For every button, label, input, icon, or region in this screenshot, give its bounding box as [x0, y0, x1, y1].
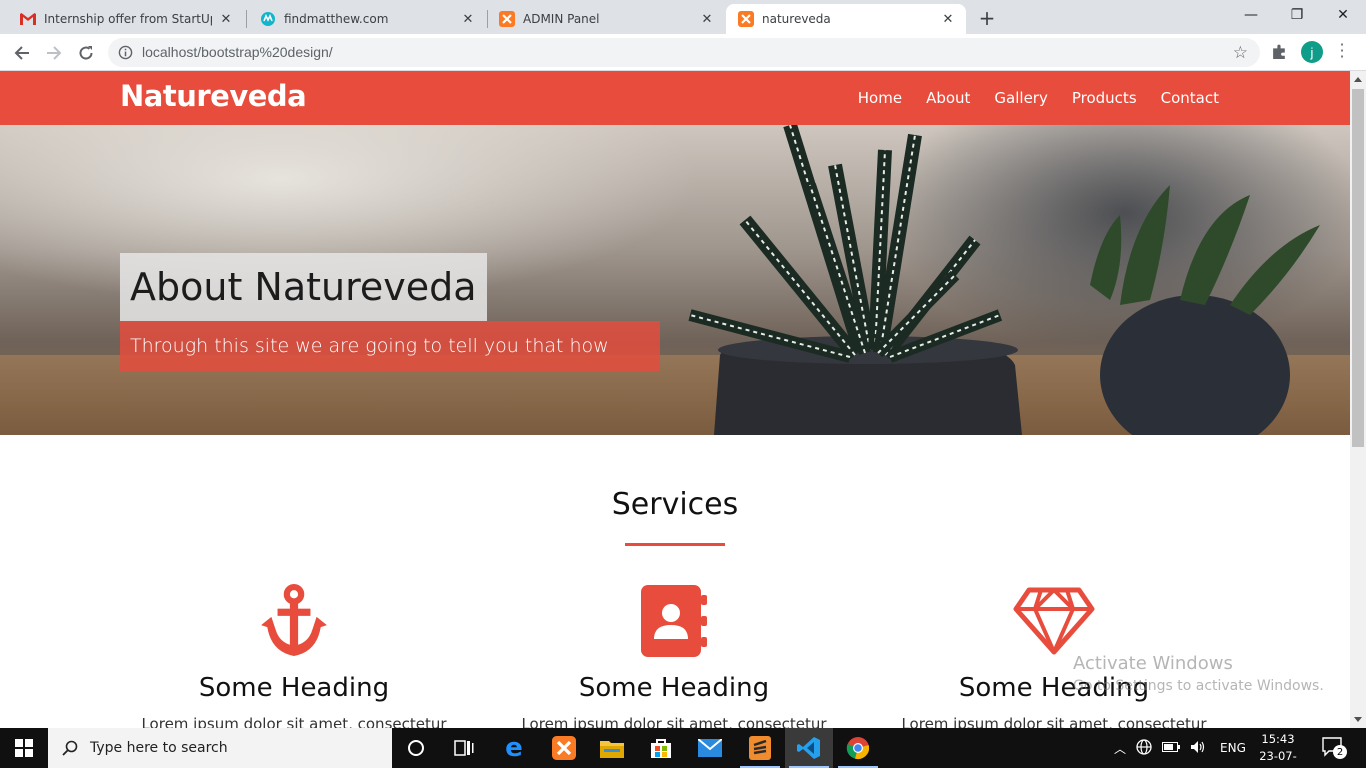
scroll-down-arrow-icon[interactable] [1354, 717, 1362, 722]
scroll-up-arrow-icon[interactable] [1354, 77, 1362, 82]
services-divider [625, 543, 725, 546]
address-bar[interactable]: localhost/bootstrap%20design/ ☆ [108, 38, 1260, 67]
arrow-right-icon [47, 46, 62, 60]
clock-date: 23-07-2020 [1259, 749, 1297, 768]
chevron-up-icon[interactable]: ︿ [1114, 740, 1126, 757]
service-text: Lorem ipsum dolor sit amet, consectetur [141, 715, 447, 728]
site-brand[interactable]: Natureveda [120, 79, 307, 113]
address-book-icon [484, 581, 864, 661]
watermark-line1: Activate Windows [1073, 653, 1233, 674]
notification-badge: 2 [1333, 745, 1347, 759]
close-icon[interactable]: ✕ [699, 11, 715, 27]
tab-natureveda[interactable]: natureveda ✕ [726, 4, 966, 34]
services-title: Services [611, 487, 739, 522]
service-heading: Some Heading [198, 673, 390, 703]
taskbar-search-box[interactable]: Type here to search [48, 728, 392, 768]
tab-title: ADMIN Panel [523, 12, 600, 26]
forward-button[interactable] [40, 39, 68, 67]
close-icon[interactable]: ✕ [940, 11, 956, 27]
windows-logo-icon [15, 739, 33, 757]
service-text: Lorem ipsum dolor sit amet, consectetur [901, 715, 1207, 728]
service-card: Some Heading Lorem ipsum dolor sit amet,… [484, 581, 864, 728]
site-navbar: Natureveda Home About Gallery Products C… [0, 71, 1350, 125]
reload-icon [79, 46, 93, 60]
tab-title: findmatthew.com [284, 12, 389, 26]
cortana-icon[interactable] [392, 728, 440, 768]
service-card: Some Heading Lorem ipsum dolor sit amet,… [104, 581, 484, 728]
nav-contact[interactable]: Contact [1161, 89, 1219, 107]
minimize-button[interactable]: — [1228, 0, 1274, 30]
service-text: Lorem ipsum dolor sit amet, consectetur [521, 715, 827, 728]
hero-banner: About Natureveda Through this site we ar… [0, 125, 1350, 435]
start-button[interactable] [0, 728, 48, 768]
edge-browser-icon[interactable]: e [490, 728, 538, 768]
nav-about[interactable]: About [926, 89, 970, 107]
xampp-icon[interactable] [540, 728, 588, 768]
browser-tab-strip: Internship offer from StartUp Inc ✕ find… [0, 0, 1366, 34]
site-icon [260, 11, 276, 27]
hero-title: About Natureveda [120, 253, 487, 321]
tab-admin-panel[interactable]: ADMIN Panel ✕ [487, 4, 725, 34]
search-icon [62, 740, 78, 756]
nav-products[interactable]: Products [1072, 89, 1137, 107]
service-heading: Some Heading [578, 673, 770, 703]
xampp-icon [738, 11, 754, 27]
sublime-text-icon[interactable] [736, 728, 784, 768]
hero-subtitle: Through this site we are going to tell y… [120, 321, 660, 371]
system-clock[interactable]: 15:43 23-07-2020 [1248, 731, 1308, 768]
gmail-icon [20, 11, 36, 27]
nav-links: Home About Gallery Products Contact [858, 89, 1219, 107]
nav-gallery[interactable]: Gallery [994, 89, 1047, 107]
task-view-icon[interactable] [440, 728, 488, 768]
diamond-icon [864, 581, 1244, 661]
search-placeholder: Type here to search [90, 740, 228, 756]
vscode-icon[interactable] [785, 728, 833, 768]
language-indicator[interactable]: ENG [1220, 741, 1246, 755]
notification-center-icon[interactable]: 2 [1318, 736, 1348, 760]
activate-windows-watermark: Activate Windows Go to Settings to activ… [1073, 653, 1324, 694]
url-text: localhost/bootstrap%20design/ [142, 44, 333, 60]
windows-taskbar: Type here to search e ︿ ENG 15:43 23-07-… [0, 728, 1366, 768]
network-globe-icon[interactable] [1136, 738, 1152, 758]
info-icon[interactable] [118, 45, 133, 64]
arrow-left-icon [14, 46, 29, 60]
reload-button[interactable] [72, 39, 100, 67]
profile-avatar[interactable]: j [1301, 41, 1323, 63]
anchor-icon [104, 581, 484, 661]
scrollbar-thumb[interactable] [1352, 89, 1364, 447]
clock-time: 15:43 [1261, 732, 1295, 746]
system-tray: ︿ ENG [1114, 728, 1246, 768]
tab-separator [246, 10, 247, 28]
volume-icon[interactable] [1190, 740, 1206, 757]
tab-findmatthew[interactable]: findmatthew.com ✕ [248, 4, 486, 34]
watermark-line2: Go to Settings to activate Windows. [1073, 678, 1324, 694]
close-icon[interactable]: ✕ [460, 11, 476, 27]
close-window-button[interactable]: ✕ [1320, 0, 1366, 30]
tab-gmail[interactable]: Internship offer from StartUp Inc ✕ [8, 4, 244, 34]
battery-icon[interactable] [1162, 741, 1181, 755]
page-viewport: Natureveda Home About Gallery Products C… [0, 71, 1350, 728]
new-tab-button[interactable]: + [975, 6, 999, 30]
xampp-icon [499, 11, 515, 27]
tab-title: Internship offer from StartUp Inc [44, 12, 212, 26]
kebab-menu-icon[interactable]: · · · [1338, 37, 1346, 65]
page-scrollbar[interactable] [1350, 71, 1366, 728]
tab-title: natureveda [762, 12, 831, 26]
nav-home[interactable]: Home [858, 89, 902, 107]
maximize-button[interactable]: ❐ [1274, 0, 1320, 30]
mail-icon[interactable] [686, 728, 734, 768]
back-button[interactable] [8, 39, 36, 67]
close-icon[interactable]: ✕ [218, 11, 234, 27]
chrome-icon[interactable] [834, 728, 882, 768]
browser-toolbar: localhost/bootstrap%20design/ ☆ [0, 34, 1366, 71]
store-icon[interactable] [637, 728, 685, 768]
file-explorer-icon[interactable] [588, 728, 636, 768]
extensions-puzzle-icon[interactable] [1271, 43, 1288, 64]
bookmark-star-icon[interactable]: ☆ [1233, 43, 1248, 63]
